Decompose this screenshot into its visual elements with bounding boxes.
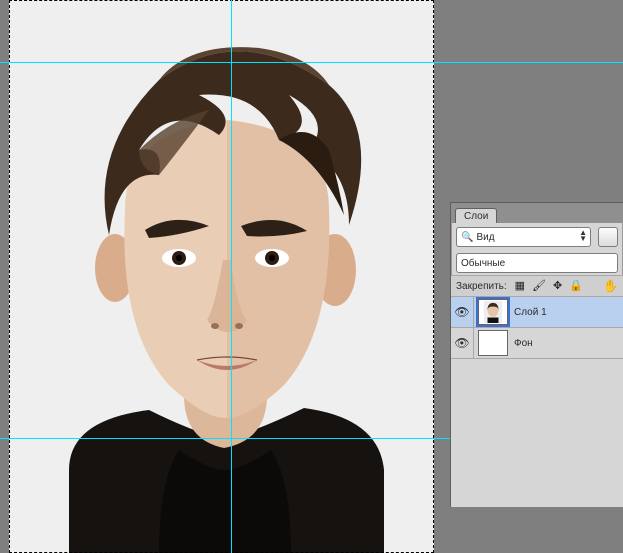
blend-mode-value: Обычные [461,258,505,269]
panel-row-blend: Обычные [451,251,623,275]
panel-new-button[interactable] [598,227,618,247]
layer-thumbnail[interactable] [478,330,508,356]
search-icon: 🔍 [461,232,473,243]
portrait-image [9,0,434,553]
layer-row[interactable]: 👁 Слой 1 [451,297,623,328]
lock-move-icon[interactable]: ✥ [553,281,562,292]
view-dropdown[interactable]: 🔍 Вид ▲▼ [456,227,591,247]
layer-visibility-toggle[interactable]: 👁 [451,328,474,358]
document-canvas[interactable] [9,0,434,553]
layer-row[interactable]: 👁 Фон [451,328,623,359]
layer-list: 👁 Слой 1 👁 Фон [451,297,623,507]
layer-thumbnail[interactable] [478,299,508,325]
panel-row-view: 🔍 Вид ▲▼ [451,223,623,251]
hand-icon[interactable]: ✋ [603,279,618,293]
layers-panel: Слои 🔍 Вид ▲▼ Обычные Закрепить: ▦ 🖌 ✥ 🔒 [450,202,623,507]
layer-list-empty-area [451,359,623,507]
lock-all-icon[interactable]: 🔒 [569,281,583,292]
layer-name: Слой 1 [512,307,623,318]
blend-mode-dropdown[interactable]: Обычные [456,253,618,273]
tab-layers[interactable]: Слои [455,208,497,223]
lock-transparency-icon[interactable]: ▦ [515,281,525,292]
layer-name: Фон [512,338,623,349]
eye-icon: 👁 [454,305,469,319]
lock-label: Закрепить: [456,281,507,292]
panel-tabbar: Слои [451,203,623,223]
lock-brush-icon[interactable]: 🖌 [532,281,546,292]
layer-visibility-toggle[interactable]: 👁 [451,297,474,327]
view-dropdown-label: Вид [476,232,494,243]
eye-icon: 👁 [454,336,469,350]
dropdown-arrows-icon: ▲▼ [579,230,587,242]
workspace: Слои 🔍 Вид ▲▼ Обычные Закрепить: ▦ 🖌 ✥ 🔒 [0,0,623,553]
lock-row: Закрепить: ▦ 🖌 ✥ 🔒 ✋ [451,275,623,297]
